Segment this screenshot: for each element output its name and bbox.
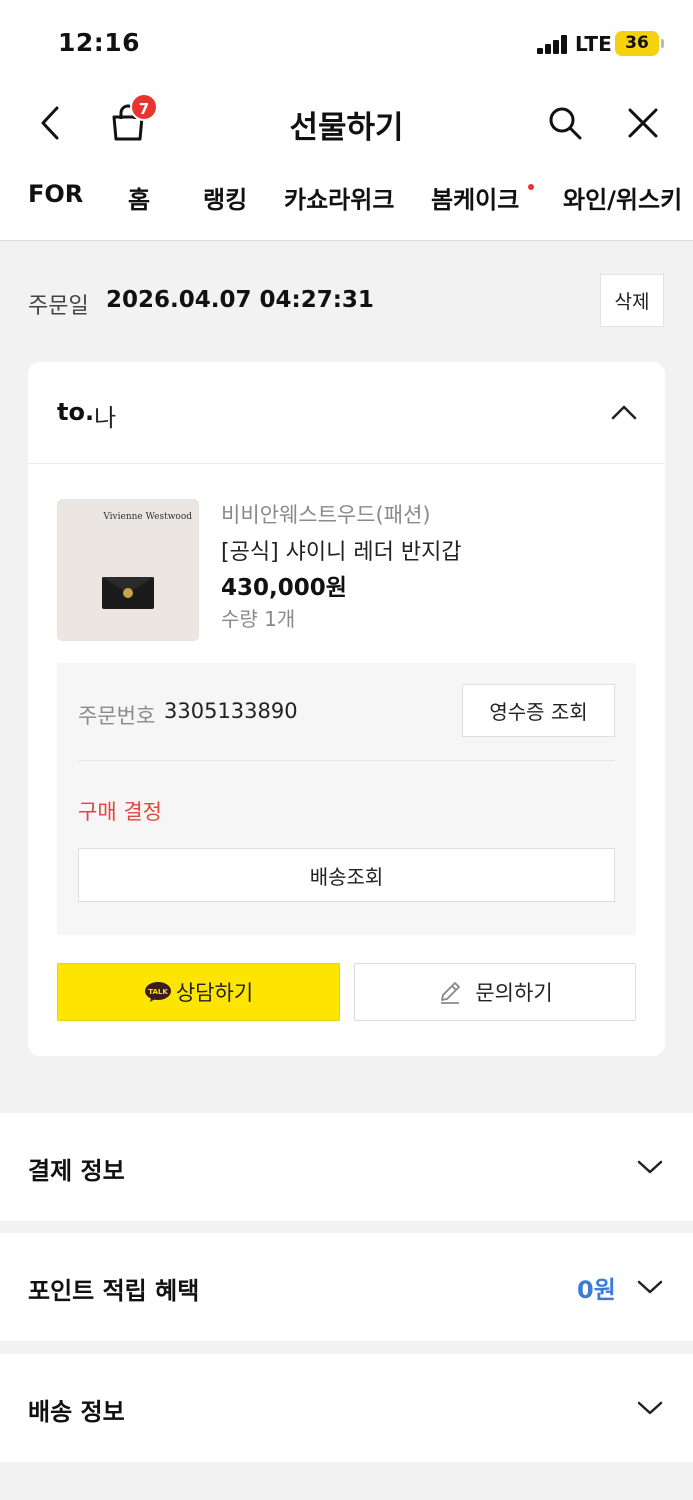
signal-icon <box>537 34 569 54</box>
payment-info-title: 결제 정보 <box>28 1157 125 1185</box>
inquiry-button[interactable]: 문의하기 <box>354 963 636 1021</box>
tab-wine-whisky[interactable]: 와인/위스키 <box>563 180 682 215</box>
points-section[interactable]: 포인트 적립 혜택 0원 <box>0 1233 693 1341</box>
talk-label: TALK <box>148 988 168 996</box>
tab-home[interactable]: 홈 <box>128 180 150 215</box>
shipping-info-section[interactable]: 배송 정보 <box>0 1354 693 1462</box>
status-bar: 12:16 LTE 36 <box>0 0 693 88</box>
product-price: 430,000원 <box>221 575 347 601</box>
close-button[interactable] <box>615 88 671 158</box>
tab-spring-cake[interactable]: 봄케이크 <box>431 180 519 215</box>
order-number: 3305133890 <box>164 699 298 723</box>
product-thumbnail[interactable]: Vivienne Westwood <box>57 499 199 641</box>
to-prefix: to. <box>57 398 95 426</box>
new-dot <box>528 184 534 190</box>
tab-kasyo-week[interactable]: 카쇼라위크 <box>284 180 394 215</box>
order-info-row: 주문일 2026.04.07 04:27:31 삭제 <box>0 241 693 361</box>
status-time: 12:16 <box>58 28 141 57</box>
network-label: LTE <box>575 32 612 56</box>
battery-icon: 36 <box>615 31 664 56</box>
points-value: 0원 <box>577 1276 616 1304</box>
chevron-down-icon <box>637 1280 663 1294</box>
expand-button[interactable] <box>628 1145 672 1189</box>
shipping-info-title: 배송 정보 <box>28 1398 125 1426</box>
expand-button[interactable] <box>628 1386 672 1430</box>
recipient-name: 나 <box>94 404 117 432</box>
order-date: 2026.04.07 04:27:31 <box>106 287 374 313</box>
tab-for[interactable]: FOR <box>28 180 83 208</box>
inquiry-label: 문의하기 <box>475 981 553 1005</box>
points-title: 포인트 적립 혜택 <box>28 1277 200 1305</box>
receipt-button[interactable]: 영수증 조회 <box>462 684 615 737</box>
order-status: 구매 결정 <box>78 800 162 824</box>
product-name[interactable]: [공식] 샤이니 레더 반지갑 <box>221 534 462 566</box>
track-shipping-button[interactable]: 배송조회 <box>78 848 615 902</box>
brand-logo: Vivienne Westwood <box>103 512 192 522</box>
delete-button[interactable]: 삭제 <box>600 274 664 327</box>
chevron-down-icon <box>637 1401 663 1415</box>
wallet-image <box>102 577 154 609</box>
divider <box>78 760 615 761</box>
payment-info-section[interactable]: 결제 정보 <box>0 1113 693 1221</box>
pencil-icon <box>441 982 461 1004</box>
header: 7 선물하기 <box>0 88 693 162</box>
order-number-label: 주문번호 <box>78 704 156 728</box>
consult-label: 상담하기 <box>175 981 254 1005</box>
order-date-label: 주문일 <box>28 294 89 319</box>
chevron-down-icon <box>637 1160 663 1174</box>
recipient-header[interactable]: to. 나 <box>28 362 665 464</box>
top-bar: 12:16 LTE 36 7 선물하기 FOR 홈 랭킹 카쇼라위크 봄케이크 <box>0 0 693 241</box>
search-button[interactable] <box>537 88 593 158</box>
product-quantity: 수량 1개 <box>221 607 296 631</box>
gift-order-card: to. 나 Vivienne Westwood 비비안웨스트우드(패션) [공식… <box>28 362 665 1056</box>
expand-button[interactable] <box>628 1265 672 1309</box>
kakaotalk-icon: TALK <box>144 982 171 1002</box>
close-icon <box>628 108 658 138</box>
tab-ranking[interactable]: 랭킹 <box>203 180 247 215</box>
order-detail-box: 주문번호 3305133890 영수증 조회 구매 결정 배송조회 <box>57 663 636 935</box>
chevron-up-icon <box>611 405 637 420</box>
category-tabs: FOR 홈 랭킹 카쇼라위크 봄케이크 와인/위스키 <box>0 172 693 228</box>
collapse-button[interactable] <box>602 392 646 432</box>
product-brand: 비비안웨스트우드(패션) <box>221 503 431 527</box>
consult-button[interactable]: TALK 상담하기 <box>57 963 340 1021</box>
search-icon <box>549 107 582 140</box>
